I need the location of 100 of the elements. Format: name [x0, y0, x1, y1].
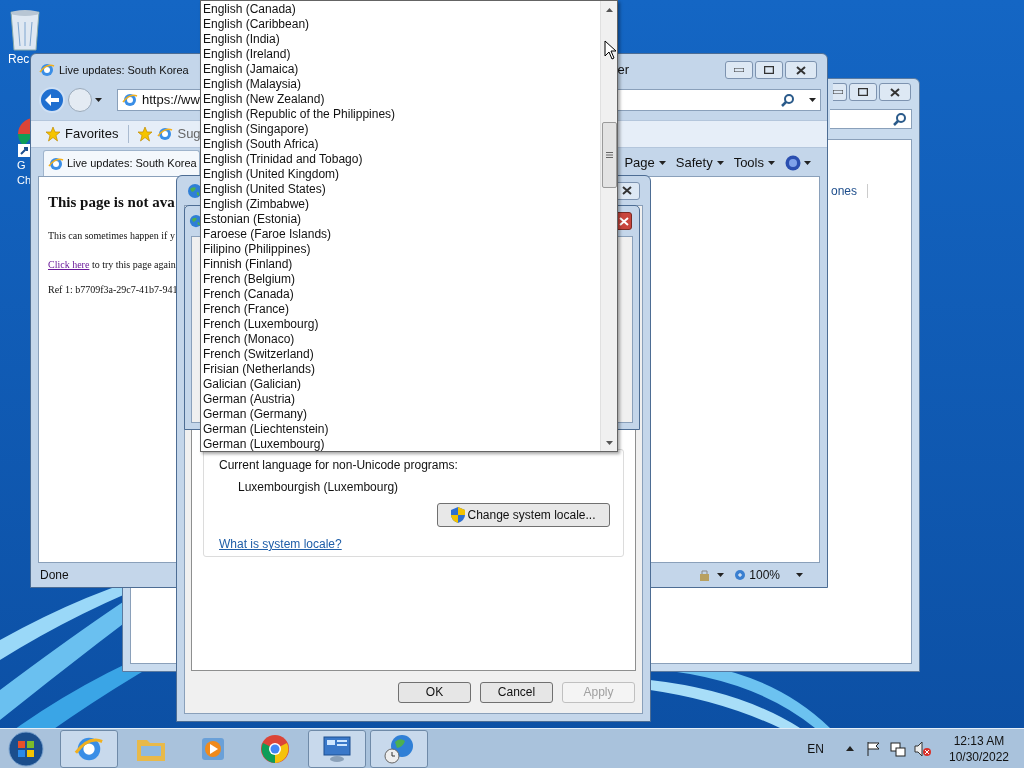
list-option[interactable]: English (Jamaica) — [201, 62, 600, 77]
change-locale-button[interactable]: Change system locale... — [437, 503, 610, 527]
window-title: er — [617, 61, 629, 80]
scroll-down-icon — [605, 440, 613, 445]
list-option[interactable]: English (South Africa) — [201, 137, 600, 152]
list-option[interactable]: Faroese (Faroe Islands) — [201, 227, 600, 242]
help-link[interactable]: What is system locale? — [219, 537, 342, 552]
dialog-button[interactable]: Cancel — [480, 681, 553, 703]
caret-icon — [716, 161, 724, 165]
flag-icon[interactable] — [866, 740, 882, 757]
window-title: Live updates: South Korea — [59, 62, 189, 78]
browser-icon — [122, 92, 138, 108]
chrome-icon — [260, 733, 290, 764]
link-text[interactable]: Sug — [177, 124, 201, 144]
link-text[interactable]: ones — [831, 184, 869, 198]
status-text: Done — [40, 567, 69, 584]
scroll-up-icon — [605, 7, 613, 12]
icon-label: Rec — [8, 52, 30, 67]
list-option[interactable]: German (Luxembourg) — [201, 437, 600, 452]
list-option[interactable]: German (Germany) — [201, 407, 600, 422]
maximize-icon — [764, 66, 774, 74]
caret-icon — [768, 161, 775, 165]
close-icon — [890, 87, 900, 97]
list-option[interactable]: English (Singapore) — [201, 122, 600, 137]
search-field[interactable] — [830, 109, 912, 129]
list-option[interactable]: German (Liechtenstein) — [201, 422, 600, 437]
page-text: Ref 1: b7709f3a-29c7-41b7-941 — [48, 282, 178, 297]
list-option[interactable]: French (Monaco) — [201, 332, 600, 347]
recycle-bin-icon[interactable] — [8, 8, 42, 52]
maximize-button[interactable] — [755, 61, 783, 79]
browser-tab[interactable]: Live updates: South Korea — [43, 150, 200, 176]
list-option[interactable]: English (Ireland) — [201, 47, 600, 62]
close-icon — [796, 65, 806, 75]
menu-button[interactable]: Tools — [733, 153, 775, 173]
list-option[interactable]: French (Switzerland) — [201, 347, 600, 362]
time-text: 12:13 AM — [953, 732, 1005, 749]
list-option[interactable]: Galician (Galician) — [201, 377, 600, 392]
minimize-button[interactable] — [833, 83, 847, 101]
retry-link[interactable]: Click here — [48, 258, 90, 270]
taskbar-button[interactable] — [308, 729, 366, 768]
caret-icon — [95, 98, 102, 102]
list-option[interactable]: French (Luxembourg) — [201, 317, 600, 332]
close-button[interactable] — [879, 83, 911, 101]
start-orb-icon — [8, 730, 44, 767]
language-indicator[interactable]: EN — [807, 739, 824, 758]
list-option[interactable]: French (Canada) — [201, 287, 600, 302]
list-option[interactable]: English (Malaysia) — [201, 77, 600, 92]
show-hidden-icon[interactable] — [846, 746, 854, 751]
list-option[interactable]: English (United States) — [201, 182, 600, 197]
menu-button[interactable]: Page — [624, 153, 666, 173]
list-option[interactable]: Estonian (Estonia) — [201, 212, 600, 227]
list-option[interactable]: English (Trinidad and Tobago) — [201, 152, 600, 167]
browser-icon — [48, 155, 64, 172]
favorites-button[interactable]: Favorites — [65, 124, 119, 144]
menu-button[interactable]: Safety — [675, 153, 724, 173]
volume-muted-icon[interactable] — [914, 740, 932, 757]
list-option[interactable]: German (Austria) — [201, 392, 600, 407]
search-icon[interactable] — [781, 93, 795, 107]
control-panel-icon — [322, 734, 352, 763]
list-option[interactable]: Finnish (Finland) — [201, 257, 600, 272]
close-button[interactable] — [785, 61, 817, 79]
list-option[interactable]: Frisian (Netherlands) — [201, 362, 600, 377]
star-icon — [45, 126, 61, 142]
icon-label: Ch — [16, 173, 32, 188]
page-text: to try this page again — [90, 258, 176, 270]
dialog-button[interactable]: OK — [398, 681, 471, 703]
start-button[interactable] — [6, 729, 46, 768]
list-option[interactable]: English (New Zealand) — [201, 92, 600, 107]
search-icon[interactable] — [893, 112, 907, 126]
list-option[interactable]: English (India) — [201, 32, 600, 47]
scrollbar[interactable] — [600, 1, 617, 451]
clock[interactable]: 12:13 AM 10/30/2022 — [946, 732, 1012, 765]
grip-icon — [605, 152, 613, 158]
caret-icon — [809, 98, 816, 102]
icon-label: G — [16, 158, 26, 173]
close-icon — [619, 216, 629, 226]
date-text: 10/30/2022 — [948, 748, 1010, 765]
taskbar-button[interactable] — [370, 729, 428, 768]
zoom-button[interactable]: 100% — [734, 566, 780, 584]
list-option[interactable]: English (Zimbabwe) — [201, 197, 600, 212]
list-option[interactable]: Filipino (Philippines) — [201, 242, 600, 257]
list-option[interactable]: English (Caribbean) — [201, 17, 600, 32]
list-option[interactable]: English (Canada) — [201, 2, 600, 17]
list-option[interactable]: English (United Kingdom) — [201, 167, 600, 182]
shield-icon — [451, 507, 466, 523]
help-button[interactable] — [785, 155, 811, 171]
maximize-button[interactable] — [849, 83, 877, 101]
add-star-icon — [137, 126, 154, 142]
globe-clock-icon — [383, 732, 415, 765]
list-option[interactable]: English (Republic of the Philippines) — [201, 107, 600, 122]
page-heading: This page is not ava — [48, 193, 175, 212]
browser-icon — [39, 62, 55, 78]
taskbar-button[interactable] — [60, 729, 118, 768]
network-icon[interactable] — [890, 740, 906, 757]
caret-icon — [796, 573, 803, 577]
list-option[interactable]: French (France) — [201, 302, 600, 317]
close-icon — [622, 186, 632, 195]
list-option[interactable]: French (Belgium) — [201, 272, 600, 287]
browser-icon — [157, 126, 174, 142]
back-button[interactable] — [39, 87, 65, 113]
